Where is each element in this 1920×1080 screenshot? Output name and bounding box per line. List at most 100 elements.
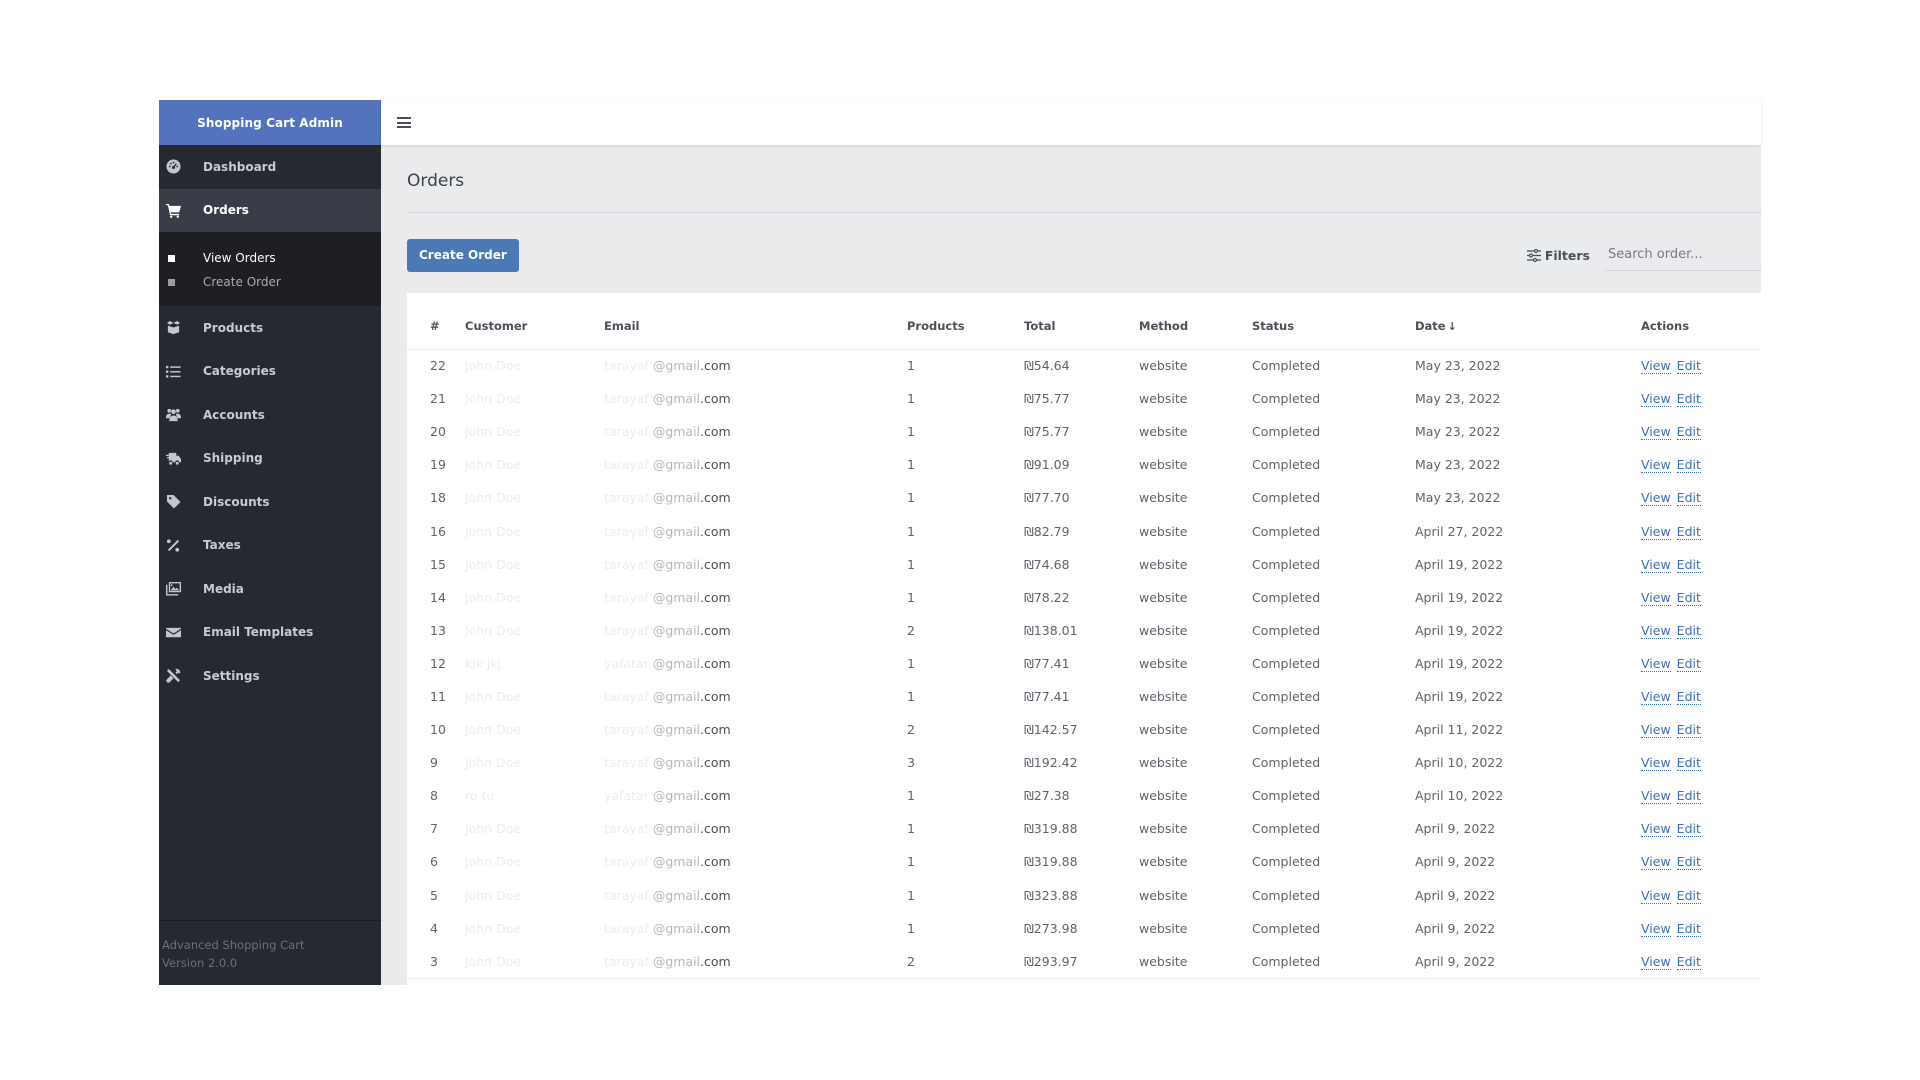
- sidebar-item-dashboard[interactable]: Dashboard: [159, 145, 381, 189]
- submenu-view-orders[interactable]: View Orders: [159, 246, 381, 270]
- sidebar-item-settings[interactable]: Settings: [159, 654, 381, 698]
- order-method: website: [1139, 920, 1188, 936]
- view-order-link[interactable]: View: [1641, 854, 1671, 871]
- edit-order-link[interactable]: Edit: [1676, 788, 1701, 805]
- sidebar-item-taxes[interactable]: Taxes: [159, 524, 381, 568]
- view-order-link[interactable]: View: [1641, 391, 1671, 408]
- filters-button[interactable]: Filters: [1526, 248, 1590, 263]
- toolbar: Create Order Filters: [407, 213, 1761, 293]
- sidebar-item-discounts[interactable]: Discounts: [159, 480, 381, 524]
- order-id: 12: [430, 655, 446, 671]
- email-domain: @gmail: [652, 490, 701, 506]
- order-method: website: [1139, 788, 1188, 804]
- col-total[interactable]: Total: [1024, 303, 1139, 350]
- submenu-create-order[interactable]: Create Order: [159, 270, 381, 294]
- email-user: tarayaf: [604, 589, 649, 605]
- sidebar-item-orders[interactable]: Orders: [159, 188, 381, 232]
- order-date: April 19, 2022: [1415, 688, 1504, 704]
- edit-order-link[interactable]: Edit: [1676, 854, 1701, 871]
- view-order-link[interactable]: View: [1641, 490, 1671, 507]
- edit-order-link[interactable]: Edit: [1676, 887, 1701, 904]
- menu-toggle-icon[interactable]: [397, 117, 411, 128]
- view-order-link[interactable]: View: [1641, 622, 1671, 639]
- edit-order-link[interactable]: Edit: [1676, 556, 1701, 573]
- order-date: April 27, 2022: [1415, 523, 1504, 539]
- col-status[interactable]: Status: [1252, 303, 1415, 350]
- email-tld: .com: [700, 854, 731, 870]
- row-actions: View Edit: [1641, 812, 1761, 845]
- view-order-link[interactable]: View: [1641, 821, 1671, 838]
- view-order-link[interactable]: View: [1641, 788, 1671, 805]
- order-status: Completed: [1252, 655, 1321, 671]
- edit-order-link[interactable]: Edit: [1676, 655, 1701, 672]
- view-order-link[interactable]: View: [1641, 523, 1671, 540]
- order-status: Completed: [1252, 622, 1321, 638]
- customer-email: tarayaf @gmail.com: [604, 415, 907, 448]
- sidebar-item-email-templates[interactable]: Email Templates: [159, 611, 381, 655]
- edit-order-link[interactable]: Edit: [1676, 391, 1701, 408]
- edit-order-link[interactable]: Edit: [1676, 358, 1701, 375]
- sidebar-item-categories[interactable]: Categories: [159, 350, 381, 394]
- orders-submenu: View Orders Create Order: [159, 232, 381, 306]
- customer-email: tarayaf @gmail.com: [604, 349, 907, 382]
- sort-desc-icon: ↓: [1447, 319, 1457, 333]
- submenu-label: Create Order: [203, 275, 281, 289]
- view-order-link[interactable]: View: [1641, 556, 1671, 573]
- edit-order-link[interactable]: Edit: [1676, 523, 1701, 540]
- view-order-link[interactable]: View: [1641, 920, 1671, 937]
- edit-order-link[interactable]: Edit: [1676, 490, 1701, 507]
- email-tld: .com: [700, 556, 731, 572]
- customer-name: John Doe: [465, 391, 522, 407]
- customer-email: tarayaf @gmail.com: [604, 614, 907, 647]
- order-date: April 19, 2022: [1415, 622, 1504, 638]
- col-method[interactable]: Method: [1139, 303, 1252, 350]
- order-status: Completed: [1252, 490, 1321, 506]
- col-id[interactable]: #: [407, 303, 465, 350]
- create-order-button[interactable]: Create Order: [407, 238, 519, 272]
- edit-order-link[interactable]: Edit: [1676, 622, 1701, 639]
- view-order-link[interactable]: View: [1641, 688, 1671, 705]
- sidebar-item-products[interactable]: Products: [159, 306, 381, 350]
- table-row: 18 John Doe tarayaf @gmail.com 1 ₪77.70 websi…: [407, 481, 1761, 514]
- col-date[interactable]: Date ↓: [1415, 303, 1641, 350]
- col-customer[interactable]: Customer: [465, 303, 604, 350]
- email-user: tarayaf: [604, 457, 649, 473]
- view-order-link[interactable]: View: [1641, 755, 1671, 772]
- product-count: 1: [907, 490, 915, 506]
- edit-order-link[interactable]: Edit: [1676, 755, 1701, 772]
- order-total: ₪78.22: [1024, 589, 1070, 605]
- col-products[interactable]: Products: [907, 303, 1024, 350]
- col-email[interactable]: Email: [604, 303, 907, 350]
- order-total: ₪138.01: [1024, 622, 1078, 638]
- sidebar-item-accounts[interactable]: Accounts: [159, 393, 381, 437]
- edit-order-link[interactable]: Edit: [1676, 688, 1701, 705]
- search-input[interactable]: [1606, 239, 1761, 271]
- email-tld: .com: [700, 722, 731, 738]
- view-order-link[interactable]: View: [1641, 424, 1671, 441]
- view-order-link[interactable]: View: [1641, 589, 1671, 606]
- view-order-link[interactable]: View: [1641, 358, 1671, 375]
- email-user: tarayaf: [604, 722, 649, 738]
- order-total: ₪293.97: [1024, 953, 1078, 969]
- customer-name: John Doe: [465, 622, 522, 638]
- view-order-link[interactable]: View: [1641, 953, 1671, 970]
- view-order-link[interactable]: View: [1641, 655, 1671, 672]
- edit-order-link[interactable]: Edit: [1676, 821, 1701, 838]
- edit-order-link[interactable]: Edit: [1676, 457, 1701, 474]
- row-actions: View Edit: [1641, 349, 1761, 382]
- product-count: 1: [907, 523, 915, 539]
- edit-order-link[interactable]: Edit: [1676, 424, 1701, 441]
- edit-order-link[interactable]: Edit: [1676, 722, 1701, 739]
- order-id: 14: [430, 589, 446, 605]
- edit-order-link[interactable]: Edit: [1676, 589, 1701, 606]
- sidebar-item-label: Taxes: [203, 538, 241, 553]
- view-order-link[interactable]: View: [1641, 722, 1671, 739]
- view-order-link[interactable]: View: [1641, 887, 1671, 904]
- row-actions: View Edit: [1641, 746, 1761, 779]
- brand-title[interactable]: Shopping Cart Admin: [159, 100, 381, 145]
- edit-order-link[interactable]: Edit: [1676, 920, 1701, 937]
- sidebar-item-media[interactable]: Media: [159, 567, 381, 611]
- sidebar-item-shipping[interactable]: Shipping: [159, 437, 381, 481]
- edit-order-link[interactable]: Edit: [1676, 953, 1701, 970]
- view-order-link[interactable]: View: [1641, 457, 1671, 474]
